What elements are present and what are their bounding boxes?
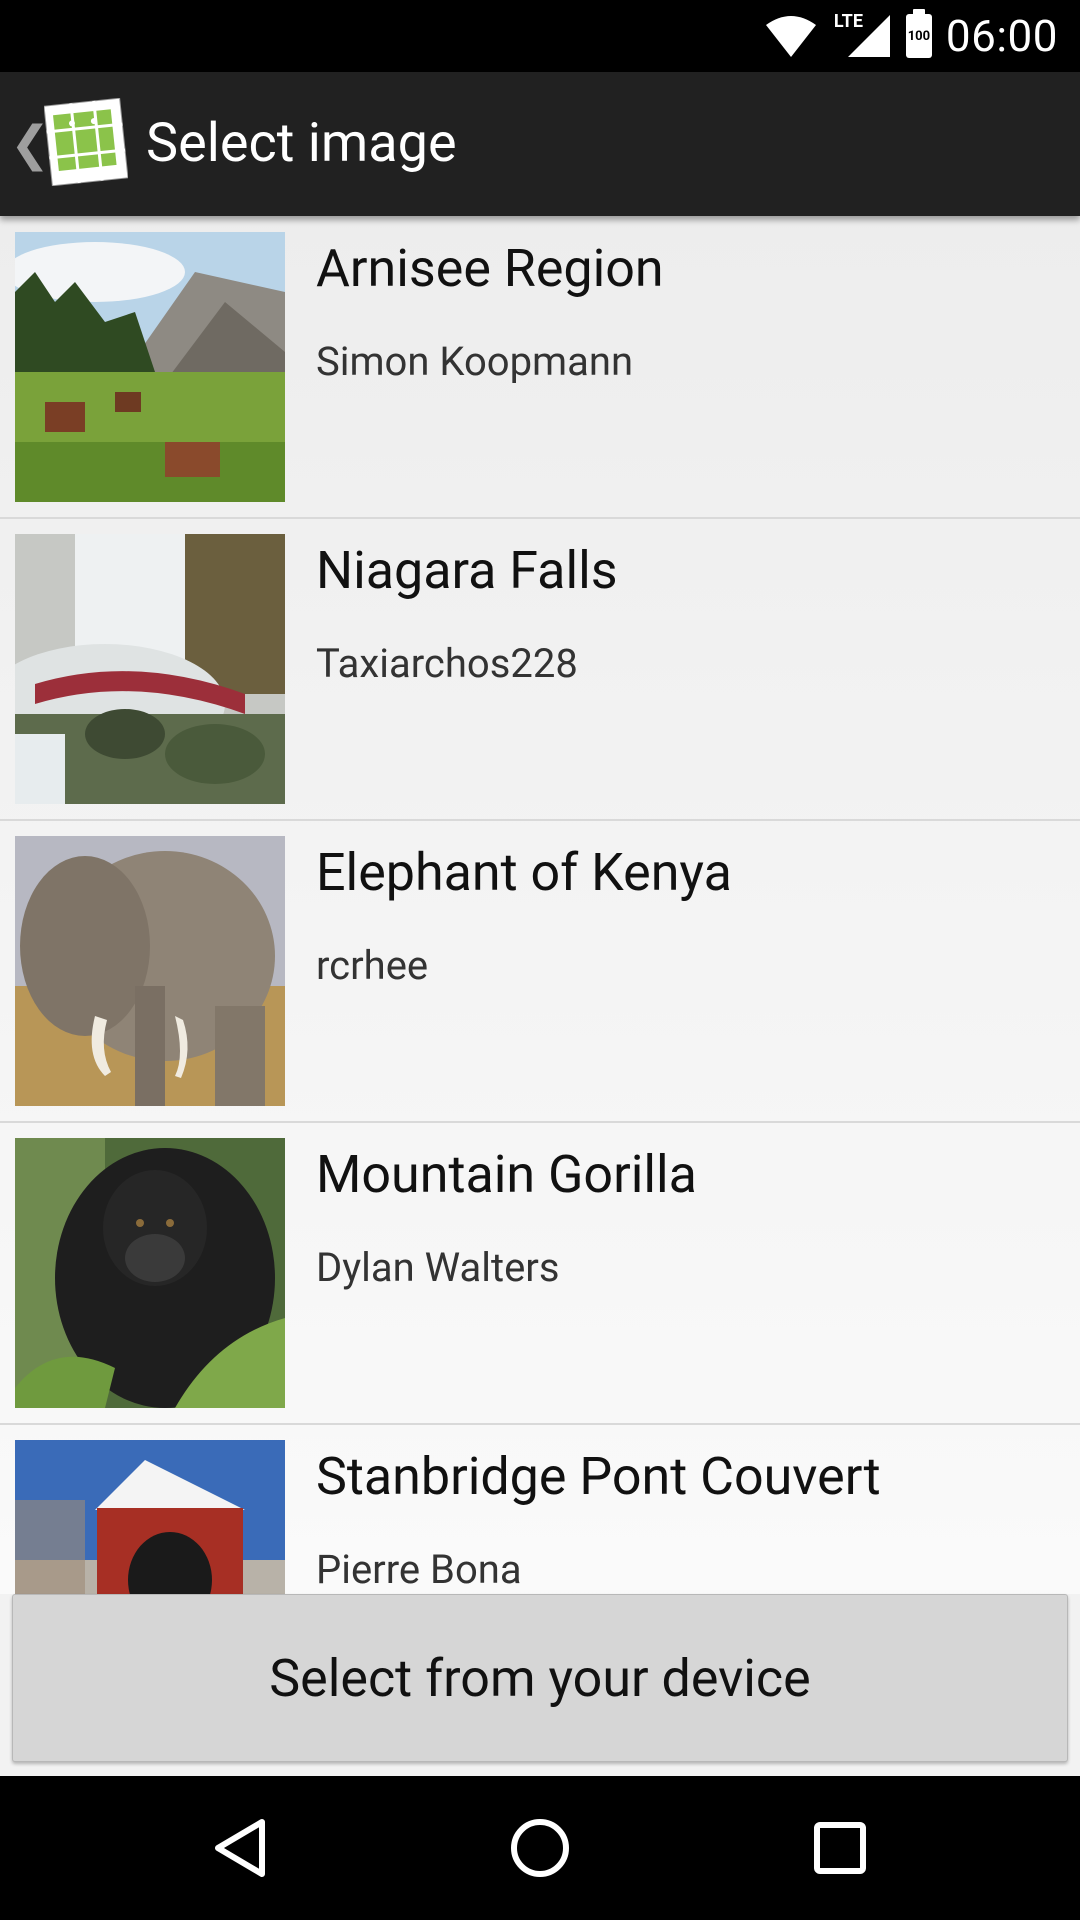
image-author: Pierre Bona [316,1546,522,1593]
select-from-device-button[interactable]: Select from your device [12,1594,1068,1762]
image-title: Mountain Gorilla [316,1144,697,1205]
elephant-thumbnail [15,836,285,1106]
image-title: Elephant of Kenya [316,842,732,903]
page-title: Select image [146,112,457,175]
home-circle-icon[interactable] [504,1812,576,1884]
image-author: Taxiarchos228 [316,640,578,687]
gorilla-thumbnail [15,1138,285,1408]
covered-bridge-thumbnail [15,1440,285,1594]
list-item[interactable]: Stanbridge Pont Couvert Pierre Bona [0,1424,1080,1594]
status-bar: LTE 100 06:00 [0,0,1080,72]
battery-icon: 100 [905,9,932,58]
back-triangle-icon[interactable] [204,1812,276,1884]
status-time: 06:00 [945,10,1058,62]
image-list[interactable]: Arnisee Region Simon Koopmann Niagara Fa… [0,216,1080,1594]
mountain-village-thumbnail [15,232,285,502]
list-item[interactable]: Niagara Falls Taxiarchos228 [0,518,1080,821]
image-title: Niagara Falls [316,540,618,601]
list-item[interactable]: Elephant of Kenya rcrhee [0,820,1080,1123]
battery-level: 100 [907,28,931,44]
waterfall-thumbnail [15,534,285,804]
lte-signal-icon: LTE [832,11,892,59]
wifi-icon [765,16,816,57]
list-item[interactable]: Arnisee Region Simon Koopmann [0,216,1080,519]
image-title: Stanbridge Pont Couvert [316,1446,881,1507]
action-bar: ❮ Select image [0,72,1080,216]
list-item[interactable]: Mountain Gorilla Dylan Walters [0,1122,1080,1425]
image-title: Arnisee Region [316,238,664,299]
image-author: Dylan Walters [316,1244,560,1291]
recents-square-icon[interactable] [804,1812,876,1884]
image-author: Simon Koopmann [316,338,634,385]
navigation-bar [0,1776,1080,1920]
app-logo-icon[interactable] [44,98,128,186]
image-author: rcrhee [316,942,429,989]
